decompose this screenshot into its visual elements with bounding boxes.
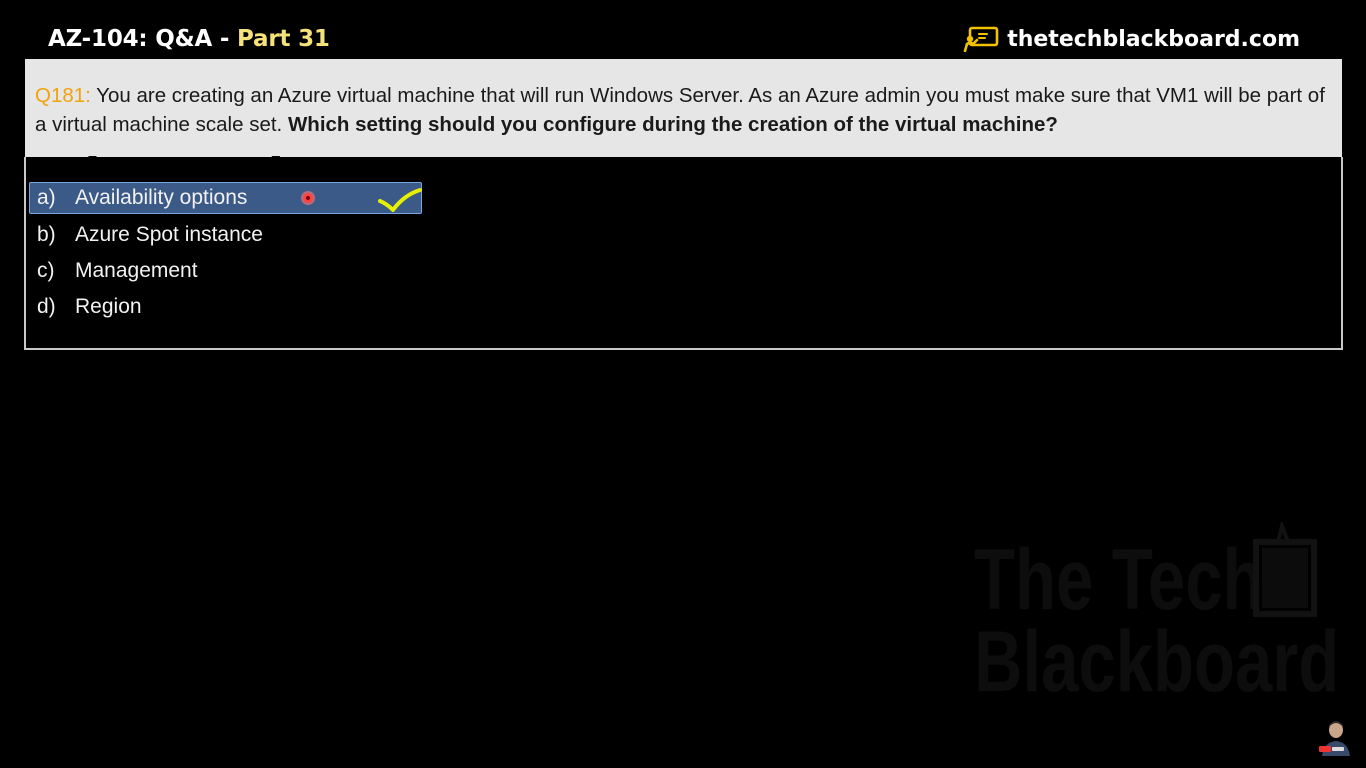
brand: thetechblackboard.com — [963, 26, 1300, 52]
option-label: Availability options — [75, 186, 248, 209]
slide-title: AZ-104: Q&A - Part 31 — [48, 26, 330, 52]
cursor-pointer-icon — [303, 193, 313, 203]
option-label: Azure Spot instance — [75, 223, 263, 246]
title-part: Part 31 — [237, 26, 330, 52]
question-number: Q181: — [35, 84, 91, 107]
title-separator: - — [212, 26, 238, 52]
option-b[interactable]: b) Azure Spot instance — [29, 219, 263, 251]
option-a[interactable]: a) Availability options — [29, 182, 422, 214]
option-label: Management — [75, 259, 198, 282]
option-c[interactable]: c) Management — [29, 255, 198, 287]
title-main: AZ-104: Q&A — [48, 26, 213, 52]
watermark-board-icon — [1253, 522, 1317, 617]
presentation-board-icon — [963, 26, 999, 52]
checkmark-icon — [378, 188, 422, 212]
option-letter: d) — [37, 295, 56, 318]
option-letter: b) — [37, 223, 56, 246]
watermark-line2: Blackboard — [974, 613, 1340, 710]
question-bold-text: Which setting should you configure durin… — [287, 113, 1058, 136]
option-letter: a) — [37, 186, 56, 209]
question-panel: Q181: You are creating an Azure virtual … — [25, 59, 1342, 157]
option-label: Region — [75, 295, 142, 318]
presenter-avatar — [1316, 716, 1356, 756]
slide: AZ-104: Q&A - Part 31 thetechblackboard.… — [0, 0, 1366, 768]
answers-panel: a) Availability options b) Azure Spot in… — [24, 157, 1343, 350]
option-letter: c) — [37, 259, 55, 282]
brand-text: thetechblackboard.com — [1007, 26, 1300, 52]
option-d[interactable]: d) Region — [29, 291, 142, 323]
